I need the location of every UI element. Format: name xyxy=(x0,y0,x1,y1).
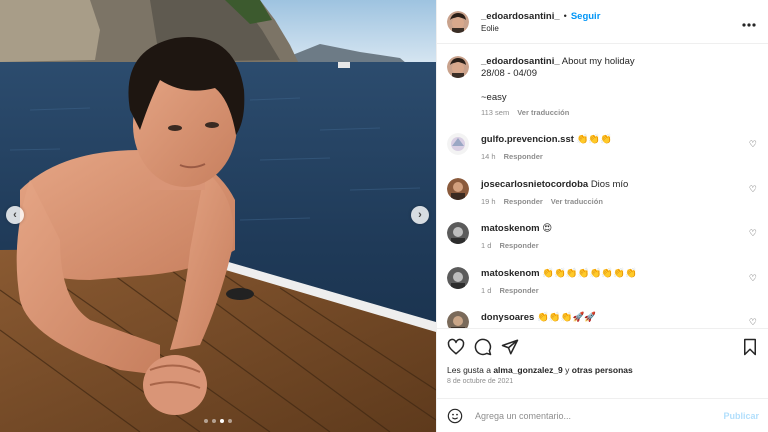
commenter-avatar[interactable] xyxy=(447,133,469,155)
like-comment-heart-icon[interactable]: ♡ xyxy=(749,273,757,284)
caption-avatar[interactable] xyxy=(447,56,469,78)
comment-time[interactable]: 19 h xyxy=(481,197,496,206)
comment-time[interactable]: 14 h xyxy=(481,152,496,161)
comments-list[interactable]: _edoardosantini_ About my holiday 28/08 … xyxy=(437,44,768,328)
follow-button[interactable]: Seguir xyxy=(571,11,601,22)
liker-username[interactable]: alma_gonzalez_9 xyxy=(493,365,562,375)
comment-text: Dios mío xyxy=(590,178,629,190)
post-actions: Les gusta a alma_gonzalez_9 y otras pers… xyxy=(437,328,768,432)
commenter-avatar[interactable] xyxy=(447,177,469,200)
author-username[interactable]: _edoardosantini_ xyxy=(481,11,560,22)
emoji-icon[interactable] xyxy=(447,408,463,424)
comment-time[interactable]: 1 d xyxy=(481,286,491,295)
comment-username[interactable]: josecarlosnietocordoba xyxy=(481,179,588,190)
post-location[interactable]: Eolie xyxy=(481,23,742,35)
commenter-avatar[interactable] xyxy=(447,222,469,244)
comment-text: 😍 xyxy=(542,223,553,234)
carousel-dot-active xyxy=(220,419,224,423)
comment-item: donysoares 👏👏👏🚀🚀 ♡ xyxy=(447,311,759,328)
caption-time[interactable]: 113 sem xyxy=(481,108,509,117)
comment-item: gulfo.prevencion.sst 👏👏👏 14 h Responder ♡ xyxy=(447,133,759,178)
bookmark-icon[interactable] xyxy=(741,338,759,356)
post-header: _edoardosantini_ • Seguir Eolie xyxy=(437,0,768,44)
comment-time[interactable]: 1 d xyxy=(481,241,491,250)
share-icon[interactable] xyxy=(501,338,519,356)
see-translation-link[interactable]: Ver traducción xyxy=(517,108,569,117)
dot-separator: • xyxy=(563,10,567,21)
comment-item: josecarlosnietocordoba Dios mío 19 h Resp… xyxy=(447,177,759,223)
heart-icon[interactable] xyxy=(447,338,465,356)
carousel-dot xyxy=(212,419,216,423)
add-comment-bar: Publicar xyxy=(437,398,768,432)
caption-username[interactable]: _edoardosantini_ xyxy=(481,56,560,67)
others-link[interactable]: otras personas xyxy=(572,365,633,375)
carousel-dot xyxy=(204,419,208,423)
instagram-post-view: ‹ › _edoardosantini_ • Seguir Eolie _edo… xyxy=(0,0,768,432)
commenter-avatar[interactable] xyxy=(447,311,469,328)
post-side-panel: _edoardosantini_ • Seguir Eolie _edoardosa… xyxy=(436,0,768,432)
comment-icon[interactable] xyxy=(474,338,492,356)
comment-text: 👏👏👏👏👏👏👏👏 xyxy=(542,267,637,279)
photo-boy-on-boat xyxy=(0,0,436,432)
carousel-indicator xyxy=(0,419,436,423)
likes-middle: y xyxy=(565,365,570,375)
like-comment-heart-icon[interactable]: ♡ xyxy=(749,228,757,239)
reply-button[interactable]: Responder xyxy=(504,197,543,206)
likes-prefix: Les gusta a xyxy=(447,365,491,375)
reply-button[interactable]: Responder xyxy=(499,286,538,295)
chevron-left-icon: ‹ xyxy=(13,209,17,221)
more-options-icon[interactable] xyxy=(742,14,756,30)
like-comment-heart-icon[interactable]: ♡ xyxy=(749,139,757,150)
comment-username[interactable]: matoskenom xyxy=(481,223,540,234)
like-comment-heart-icon[interactable]: ♡ xyxy=(749,184,757,195)
author-avatar[interactable] xyxy=(447,10,469,33)
comment-item: matoskenom 👏👏👏👏👏👏👏👏 1 d Responder ♡ xyxy=(447,266,759,312)
commenter-avatar[interactable] xyxy=(447,266,469,289)
comment-username[interactable]: gulfo.prevencion.sst xyxy=(481,134,574,145)
comment-text: 👏👏👏🚀🚀 xyxy=(536,312,597,323)
chevron-right-icon: › xyxy=(418,209,422,221)
carousel-dot xyxy=(228,419,232,423)
comment-item: matoskenom 😍 1 d Responder ♡ xyxy=(447,222,759,267)
reply-button[interactable]: Responder xyxy=(499,241,538,250)
publish-button[interactable]: Publicar xyxy=(723,411,759,421)
next-photo-button[interactable]: › xyxy=(411,206,429,224)
see-translation-link[interactable]: Ver traducción xyxy=(551,197,603,206)
action-bar xyxy=(437,329,768,365)
reply-button[interactable]: Responder xyxy=(504,152,543,161)
comment-text: 👏👏👏 xyxy=(576,134,613,145)
post-date[interactable]: 8 de octubre de 2021 xyxy=(437,376,768,385)
likes-summary: Les gusta a alma_gonzalez_9 y otras pers… xyxy=(437,365,768,376)
comment-username[interactable]: donysoares xyxy=(481,312,534,323)
post-photo[interactable]: ‹ › xyxy=(0,0,436,432)
previous-photo-button[interactable]: ‹ xyxy=(6,206,24,224)
post-caption: _edoardosantini_ About my holiday 28/08 … xyxy=(447,56,759,119)
comment-username[interactable]: matoskenom xyxy=(481,268,540,279)
comment-input[interactable] xyxy=(475,410,724,421)
like-comment-heart-icon[interactable]: ♡ xyxy=(749,317,757,328)
